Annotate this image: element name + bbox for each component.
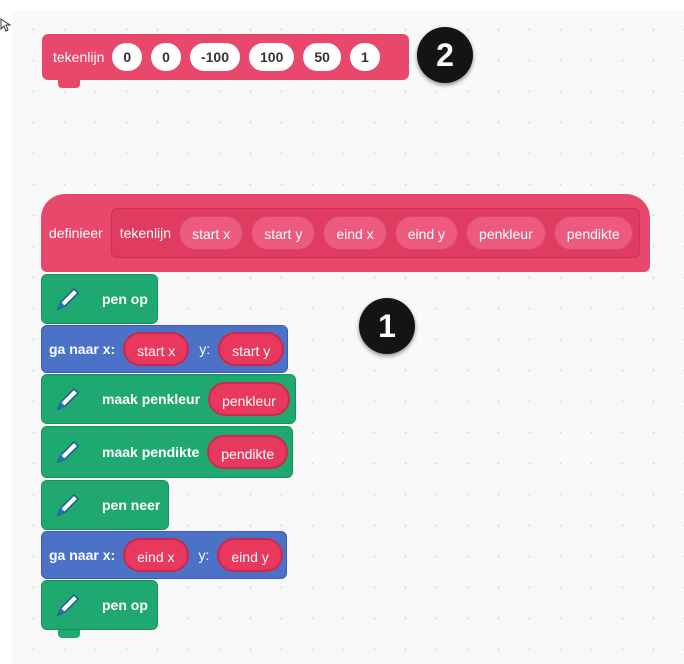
pen-up-label: pen op (102, 291, 148, 307)
badge-1: 1 (359, 298, 415, 354)
pen-down-label: pen neer (102, 497, 161, 513)
tekenlijn-call-block[interactable]: tekenlijn 0 0 -100 100 50 1 (42, 34, 409, 88)
param-start-y[interactable]: start y (251, 216, 316, 250)
pen-down-block[interactable]: pen neer (41, 480, 169, 530)
go-to-xy-block[interactable]: ga naar x: eind x y: eind y (41, 531, 287, 579)
go-to-x-reporter[interactable]: eind x (123, 538, 189, 572)
pen-up-block[interactable]: pen op (41, 274, 158, 324)
arg-start-y-input[interactable]: 0 (151, 43, 181, 71)
param-pen-size[interactable]: pendikte (553, 216, 633, 250)
arg-end-y-input[interactable]: 100 (249, 43, 295, 71)
prototype-name: tekenlijn (119, 225, 172, 241)
arg-start-x-input[interactable]: 0 (112, 43, 143, 71)
arg-end-x-input[interactable]: -100 (189, 43, 240, 71)
param-end-y[interactable]: eind y (394, 216, 459, 250)
pen-up-label: pen op (102, 597, 148, 613)
pen-icon (50, 281, 86, 317)
pen-icon (50, 434, 86, 470)
go-to-y-reporter[interactable]: eind y (217, 538, 283, 572)
define-hat-block[interactable]: definieer tekenlijn start x start y eind… (41, 194, 650, 272)
set-pen-size-block[interactable]: maak pendikte pendikte (41, 426, 293, 478)
param-end-x[interactable]: eind x (323, 216, 387, 250)
set-pen-color-block[interactable]: maak penkleur penkleur (41, 374, 296, 424)
pen-icon (50, 487, 86, 523)
arg-pen-size-input[interactable]: 1 (349, 43, 380, 71)
go-to-x-reporter[interactable]: start x (123, 332, 190, 366)
go-to-y-reporter[interactable]: start y (218, 332, 285, 366)
arg-pen-color-input[interactable]: 50 (303, 43, 341, 71)
pen-up-block[interactable]: pen op (41, 580, 158, 638)
cursor-icon (0, 18, 12, 32)
go-to-y-label: y: (199, 341, 211, 357)
go-to-y-label: y: (198, 547, 210, 563)
pen-icon (50, 381, 86, 417)
go-to-x-label: ga naar x: (49, 341, 116, 357)
block-notch (58, 80, 80, 88)
param-pen-color[interactable]: penkleur (466, 216, 546, 250)
badge-2: 2 (417, 27, 473, 83)
pen-color-reporter[interactable]: penkleur (208, 382, 290, 416)
pen-icon (50, 587, 86, 623)
go-to-xy-block[interactable]: ga naar x: start x y: start y (41, 325, 288, 373)
define-prototype[interactable]: tekenlijn start x start y eind x eind y … (110, 208, 640, 258)
param-start-x[interactable]: start x (179, 216, 244, 250)
block-name-label: tekenlijn (53, 49, 105, 65)
block-notch (58, 630, 80, 638)
define-keyword: definieer (49, 225, 103, 241)
pen-size-reporter[interactable]: pendikte (207, 435, 289, 469)
go-to-x-label: ga naar x: (49, 547, 116, 563)
set-pen-size-label: maak pendikte (102, 444, 200, 460)
set-pen-color-label: maak penkleur (102, 391, 201, 407)
